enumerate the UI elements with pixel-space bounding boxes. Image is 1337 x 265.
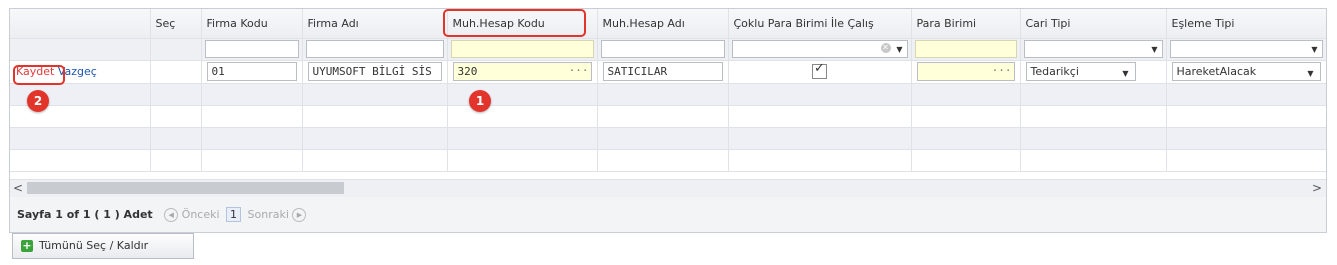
lookup-ellipsis-icon[interactable]: ··· xyxy=(569,63,589,78)
col-header-para-birimi[interactable]: Para Birimi xyxy=(911,9,1021,39)
filter-cell-empty xyxy=(10,38,151,61)
pager: Sayfa 1 of 1 ( 1 ) Adet ◀ Önceki 1 Sonra… xyxy=(10,197,1326,232)
pager-page-number[interactable]: 1 xyxy=(226,207,242,222)
scroll-right-icon[interactable]: > xyxy=(1312,181,1322,195)
col-header-actions xyxy=(10,9,151,39)
col-header-firma-kodu[interactable]: Firma Kodu xyxy=(201,9,303,39)
pager-prev-label: Önceki xyxy=(181,208,220,221)
step-badge-2: 2 xyxy=(27,90,49,112)
lookup-ellipsis-icon[interactable]: ··· xyxy=(992,63,1012,78)
filter-muh-hesap-adi[interactable] xyxy=(600,40,725,58)
pager-summary: Sayfa 1 of 1 ( 1 ) Adet xyxy=(17,208,153,221)
filter-muh-hesap-kodu[interactable] xyxy=(450,40,594,58)
coklu-para-checkbox[interactable] xyxy=(812,61,827,79)
firma-adi-input[interactable]: UYUMSOFT BİLGİ SİS xyxy=(307,62,442,81)
muh-hesap-kodu-input[interactable]: 320 ··· xyxy=(452,62,592,81)
cari-tipi-select[interactable]: Tedarikçi ▼ xyxy=(1025,62,1136,81)
col-header-cari-tipi[interactable]: Cari Tipi xyxy=(1020,9,1167,39)
filter-esleme-tipi-select[interactable]: ▼ xyxy=(1169,40,1323,58)
horizontal-scrollbar[interactable]: < > xyxy=(10,179,1326,198)
chevron-down-icon: ▼ xyxy=(1122,69,1129,78)
step-badge-1: 1 xyxy=(469,90,491,112)
esleme-tipi-select[interactable]: HareketAlacak ▼ xyxy=(1171,62,1321,81)
filter-firma-kodu[interactable] xyxy=(204,40,299,58)
table-row: Kaydet Vazgeç 01 UYUMSOFT BİLGİ SİS 320 ·… xyxy=(10,60,1326,84)
table-row xyxy=(10,127,1326,150)
data-grid: Seç Firma Kodu Firma Adı Muh.Hesap Kodu … xyxy=(9,8,1327,233)
filter-cell-empty xyxy=(150,38,202,61)
col-header-sec[interactable]: Seç xyxy=(150,9,202,39)
select-all-toggle-button[interactable]: + Tümünü Seç / Kaldır xyxy=(12,233,194,259)
highlight-box-kaydet xyxy=(13,65,65,85)
para-birimi-input[interactable]: ··· xyxy=(916,62,1015,81)
chevron-down-icon: ▼ xyxy=(1151,45,1158,54)
muh-hesap-adi-input[interactable]: SATICILAR xyxy=(602,62,723,81)
plus-icon: + xyxy=(21,239,33,252)
highlight-box-muh-hesap-kodu xyxy=(443,9,586,37)
pager-prev[interactable]: ◀ Önceki xyxy=(164,208,220,222)
select-all-label: Tümünü Seç / Kaldır xyxy=(39,239,149,252)
filter-firma-adi[interactable] xyxy=(305,40,444,58)
col-header-firma-adi[interactable]: Firma Adı xyxy=(302,9,448,39)
firma-kodu-input[interactable]: 01 xyxy=(206,62,297,81)
col-header-muh-hesap-adi[interactable]: Muh.Hesap Adı xyxy=(597,9,729,39)
filter-para-birimi[interactable] xyxy=(914,40,1017,58)
scroll-left-icon[interactable]: < xyxy=(13,181,23,195)
table-row xyxy=(10,105,1326,128)
chevron-left-icon: ◀ xyxy=(164,208,179,222)
col-header-coklu-para[interactable]: Çoklu Para Birimi İle Çalış xyxy=(728,9,912,39)
chevron-right-icon: ▶ xyxy=(292,208,307,222)
scrollbar-thumb[interactable] xyxy=(27,182,344,194)
header-row: Seç Firma Kodu Firma Adı Muh.Hesap Kodu … xyxy=(10,9,1326,39)
cari-tipi-value: Tedarikçi xyxy=(1030,65,1079,78)
filter-cari-tipi-select[interactable]: ▼ xyxy=(1023,40,1163,58)
filter-row: ✕ ▼ ▼ ▼ xyxy=(10,38,1326,61)
chevron-down-icon: ▼ xyxy=(896,45,903,54)
chevron-down-icon: ▼ xyxy=(1307,69,1314,78)
esleme-tipi-value: HareketAlacak xyxy=(1176,65,1257,78)
muh-hesap-kodu-value: 320 xyxy=(457,65,478,78)
chevron-down-icon: ▼ xyxy=(1311,45,1318,54)
table-row xyxy=(10,149,1326,172)
clear-icon[interactable]: ✕ xyxy=(880,43,891,53)
filter-coklu-para-select[interactable]: ✕ ▼ xyxy=(731,40,908,58)
pager-next-label: Sonraki xyxy=(247,208,289,221)
col-header-esleme-tipi[interactable]: Eşleme Tipi xyxy=(1166,9,1326,39)
table-row xyxy=(10,83,1326,106)
pager-next[interactable]: Sonraki ▶ xyxy=(247,208,307,222)
cell-sec[interactable] xyxy=(150,60,202,84)
